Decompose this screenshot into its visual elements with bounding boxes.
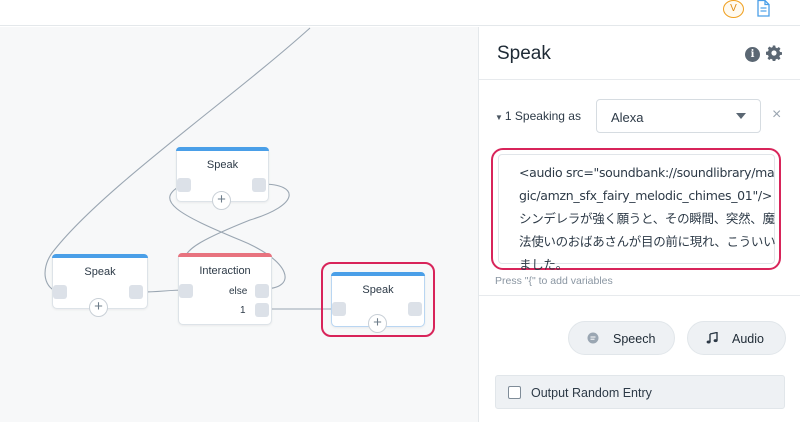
- add-step-button[interactable]: +: [89, 298, 108, 317]
- chevron-down-icon: [736, 113, 746, 119]
- gear-icon[interactable]: [766, 45, 782, 61]
- interaction-node[interactable]: Interaction else 1: [178, 253, 272, 325]
- panel-title: Speak: [497, 43, 551, 64]
- random-entry-checkbox[interactable]: [508, 386, 521, 399]
- document-icon[interactable]: [756, 0, 770, 17]
- output-port[interactable]: [252, 178, 266, 192]
- node-title: Interaction: [199, 265, 251, 277]
- properties-panel: Speak i ▼ 1 Speaking as Alexa × <audio sr…: [478, 27, 800, 422]
- variables-hint: Press "{" to add variables: [495, 275, 613, 287]
- close-icon[interactable]: ×: [772, 107, 781, 123]
- node-header-bar: [52, 254, 148, 258]
- port-label-1: 1: [240, 305, 246, 316]
- node-title: Speak: [84, 266, 116, 278]
- divider: [479, 295, 800, 296]
- speaking-as-label: 1 Speaking as: [504, 109, 581, 123]
- user-avatar[interactable]: V: [723, 0, 744, 18]
- caret-down-icon: ▼: [495, 113, 503, 122]
- port-label-else: else: [229, 286, 248, 297]
- speech-text-highlight: <audio src="soundbank://soundlibrary/mag…: [491, 148, 781, 272]
- voice-select[interactable]: Alexa: [596, 99, 761, 133]
- input-port[interactable]: [53, 285, 67, 299]
- output-port-else[interactable]: [255, 284, 269, 298]
- music-note-icon: [706, 332, 718, 344]
- speech-bubble-icon: [587, 332, 599, 344]
- input-port[interactable]: [179, 284, 193, 298]
- output-port[interactable]: [129, 285, 143, 299]
- connection-lines: [44, 27, 338, 310]
- output-port-1[interactable]: [255, 303, 269, 317]
- node-header-bar: [331, 272, 425, 276]
- add-step-button[interactable]: +: [212, 191, 231, 210]
- output-random-entry[interactable]: Output Random Entry: [495, 375, 785, 409]
- divider: [479, 79, 800, 80]
- node-header-bar: [178, 253, 272, 257]
- node-title: Speak: [362, 284, 394, 296]
- random-entry-label: Output Random Entry: [531, 386, 652, 400]
- speech-text: <audio src="soundbank://soundlibrary/mag…: [519, 165, 776, 272]
- add-audio-button[interactable]: Audio: [687, 321, 786, 355]
- voice-select-value: Alexa: [611, 110, 644, 125]
- node-header-bar: [176, 147, 269, 151]
- info-icon[interactable]: i: [745, 47, 760, 62]
- speech-textarea[interactable]: <audio src="soundbank://soundlibrary/mag…: [498, 154, 776, 272]
- audio-button-label: Audio: [732, 332, 764, 346]
- add-speech-button[interactable]: Speech: [568, 321, 675, 355]
- input-port[interactable]: [332, 302, 346, 316]
- speech-button-label: Speech: [613, 332, 656, 346]
- input-port[interactable]: [177, 178, 191, 192]
- add-step-button[interactable]: +: [368, 314, 387, 333]
- output-port[interactable]: [408, 302, 422, 316]
- node-title: Speak: [206, 159, 239, 171]
- speaking-as-toggle[interactable]: ▼ 1 Speaking as: [495, 109, 581, 123]
